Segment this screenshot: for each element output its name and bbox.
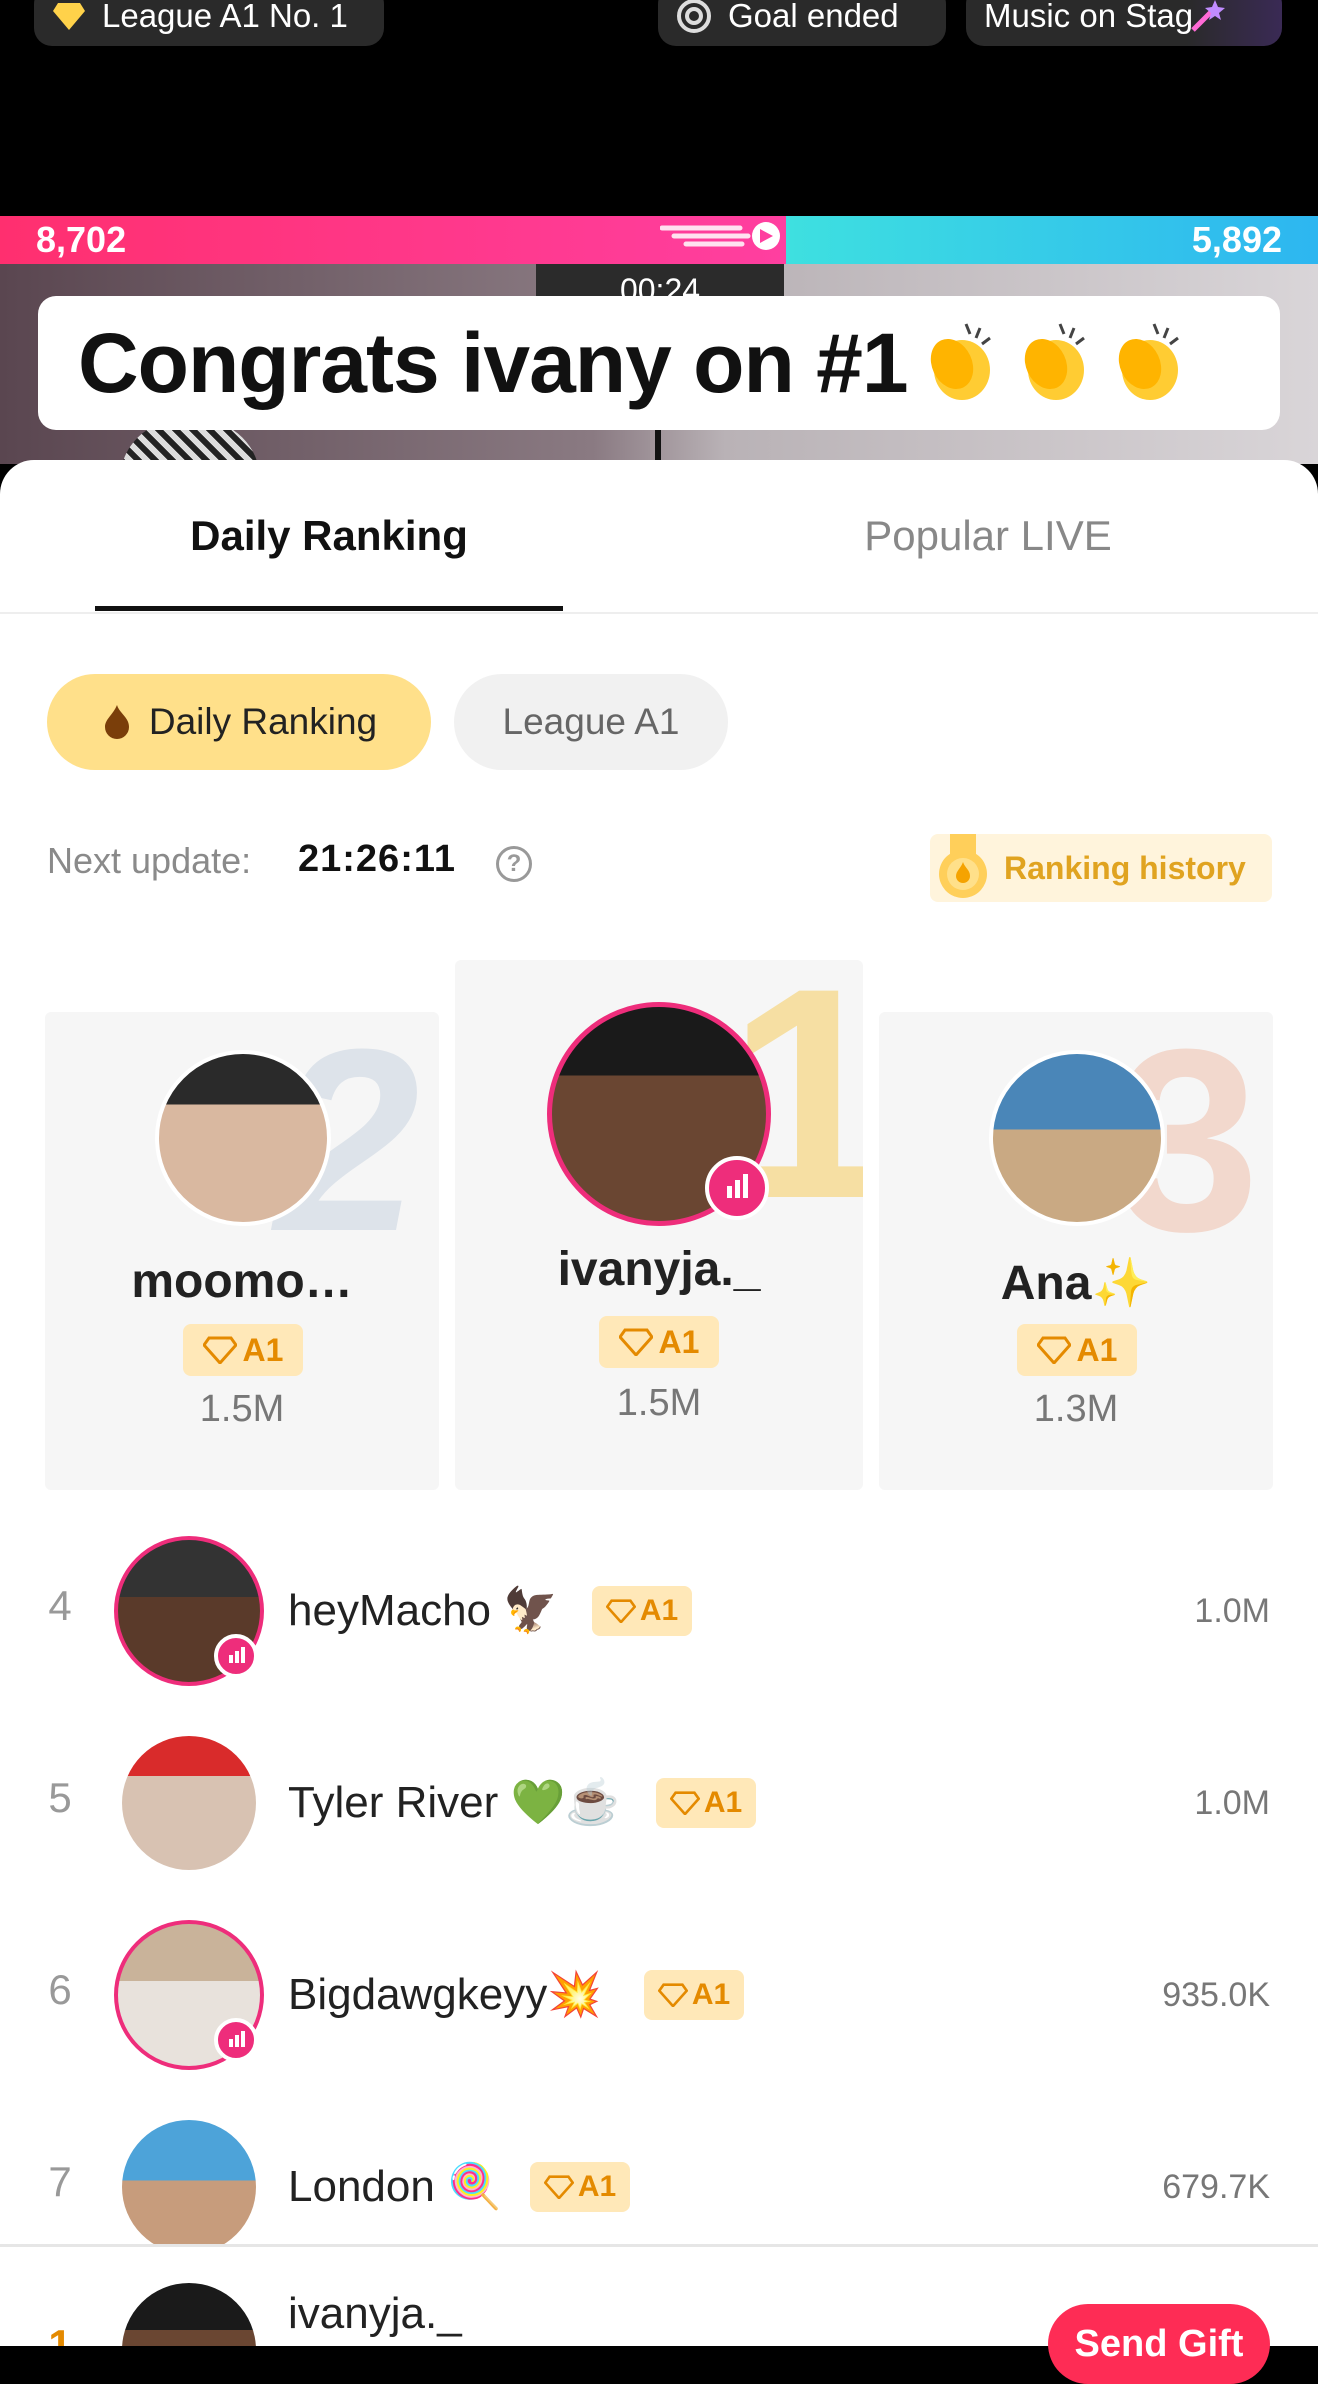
my-rank-number: 1 bbox=[48, 2321, 72, 2346]
music-pill-label: Music on Stag bbox=[984, 0, 1194, 34]
medal-icon bbox=[936, 834, 990, 907]
league-badge: A1 bbox=[644, 1970, 744, 2020]
music-pill[interactable]: Music on Stag bbox=[966, 0, 1282, 46]
chip-daily-label: Daily Ranking bbox=[148, 701, 378, 742]
my-name: ivanyja._ bbox=[288, 2289, 462, 2338]
league-badge-label: A1 bbox=[577, 2170, 617, 2203]
goal-pill[interactable]: Goal ended bbox=[658, 0, 946, 46]
avatar bbox=[122, 2283, 256, 2346]
tab-daily-ranking[interactable]: Daily Ranking bbox=[95, 476, 563, 596]
congrats-banner: Congrats ivany on #1 bbox=[38, 296, 1280, 430]
league-pill-label: League A1 No. 1 bbox=[102, 0, 348, 34]
league-badge: A1 bbox=[599, 1316, 719, 1368]
congrats-text: Congrats ivany on #1 bbox=[78, 315, 909, 410]
row-score: 1.0M bbox=[1194, 1592, 1270, 1630]
row-name: Bigdawgkeyy💥 bbox=[288, 1970, 603, 2019]
row-name: Tyler River 💚☕ bbox=[288, 1778, 621, 1827]
next-update-label: Next update: bbox=[47, 840, 252, 881]
league-badge-label: A1 bbox=[639, 1594, 679, 1627]
row-rank: 7 bbox=[48, 2158, 72, 2205]
tab-popular-live[interactable]: Popular LIVE bbox=[760, 476, 1216, 596]
diamond-icon bbox=[202, 1336, 237, 1364]
list-item[interactable]: 5 Tyler River 💚☕ A1 1.0M bbox=[0, 1722, 1318, 1882]
league-badge: A1 bbox=[183, 1324, 303, 1376]
podium-score: 1.5M bbox=[616, 1382, 702, 1424]
live-indicator-icon bbox=[705, 1156, 769, 1220]
row-rank: 4 bbox=[48, 1582, 72, 1629]
league-badge: A1 bbox=[1017, 1324, 1137, 1376]
flame-icon bbox=[101, 703, 133, 741]
diamond-icon bbox=[618, 1328, 653, 1356]
league-badge-label: A1 bbox=[691, 1978, 731, 2011]
wand-icon bbox=[1187, 0, 1227, 36]
target-icon bbox=[676, 0, 712, 34]
clapping-hands-icon bbox=[1104, 320, 1190, 406]
league-badge-label: A1 bbox=[703, 1786, 743, 1819]
league-pill[interactable]: League A1 No. 1 bbox=[34, 0, 384, 46]
podium-name: ivanyja._ bbox=[557, 1243, 761, 1296]
active-tab-indicator bbox=[95, 606, 563, 611]
live-indicator-icon bbox=[214, 2018, 258, 2062]
avatar bbox=[989, 1050, 1165, 1226]
avatar bbox=[122, 1736, 256, 1870]
row-score: 1.0M bbox=[1194, 1784, 1270, 1822]
avatar bbox=[122, 2120, 256, 2246]
right-score: 5,892 bbox=[1191, 219, 1282, 260]
podium-rank-1[interactable]: 1 ivanyja._ A1 1.5M bbox=[455, 960, 863, 1490]
battle-score-bar bbox=[0, 216, 1318, 264]
battle-spark-icon bbox=[659, 206, 790, 266]
goal-pill-label: Goal ended bbox=[728, 0, 899, 34]
help-icon[interactable]: ? bbox=[496, 846, 532, 882]
list-item[interactable]: 7 London 🍭 A1 679.7K bbox=[0, 2106, 1318, 2246]
chip-league-label: League A1 bbox=[502, 701, 680, 742]
chip-daily-ranking[interactable]: Daily Ranking bbox=[47, 674, 431, 770]
row-score: 679.7K bbox=[1162, 2168, 1270, 2206]
row-name: heyMacho 🦅 bbox=[288, 1586, 559, 1635]
chip-league-a1[interactable]: League A1 bbox=[454, 674, 728, 770]
league-badge: A1 bbox=[530, 2162, 630, 2212]
ranking-history-button[interactable]: Ranking history bbox=[930, 834, 1272, 902]
clapping-hands-icon bbox=[916, 320, 1002, 406]
list-item[interactable]: 4 heyMacho 🦅 A1 1.0M bbox=[0, 1530, 1318, 1690]
next-update-time: 21:26:11 bbox=[298, 838, 457, 880]
league-badge-label: A1 bbox=[242, 1331, 284, 1368]
league-badge-label: A1 bbox=[658, 1323, 700, 1360]
diamond-icon bbox=[669, 1791, 700, 1815]
diamond-icon bbox=[605, 1599, 636, 1623]
ranking-history-label: Ranking history bbox=[1004, 849, 1246, 886]
row-score: 935.0K bbox=[1162, 1976, 1270, 2014]
league-badge-label: A1 bbox=[1076, 1331, 1118, 1368]
diamond-icon bbox=[657, 1983, 688, 2007]
league-badge: A1 bbox=[592, 1586, 692, 1636]
tab-divider bbox=[0, 612, 1318, 614]
diamond-icon bbox=[543, 2175, 574, 2199]
podium-score: 1.5M bbox=[199, 1388, 285, 1430]
row-name: London 🍭 bbox=[288, 2162, 502, 2211]
diamond-icon bbox=[1036, 1336, 1071, 1364]
league-badge: A1 bbox=[656, 1778, 756, 1828]
podium-score: 1.3M bbox=[1033, 1388, 1119, 1430]
live-indicator-icon bbox=[214, 1634, 258, 1678]
podium-name: moomo… bbox=[131, 1255, 353, 1308]
list-item[interactable]: 6 Bigdawgkeyy💥 A1 935.0K bbox=[0, 1914, 1318, 2074]
row-rank: 6 bbox=[48, 1966, 72, 2013]
row-rank: 5 bbox=[48, 1774, 72, 1821]
podium-rank-3[interactable]: 3 Ana✨ A1 1.3M bbox=[879, 1012, 1273, 1490]
left-score: 8,702 bbox=[36, 219, 127, 260]
podium-rank-2[interactable]: 2 moomo… A1 1.5M bbox=[45, 1012, 439, 1490]
avatar bbox=[155, 1050, 331, 1226]
send-gift-button[interactable]: Send Gift bbox=[1048, 2304, 1270, 2384]
podium-name: Ana✨ bbox=[1000, 1257, 1152, 1310]
clapping-hands-icon bbox=[1010, 320, 1096, 406]
diamond-icon bbox=[52, 1, 86, 31]
